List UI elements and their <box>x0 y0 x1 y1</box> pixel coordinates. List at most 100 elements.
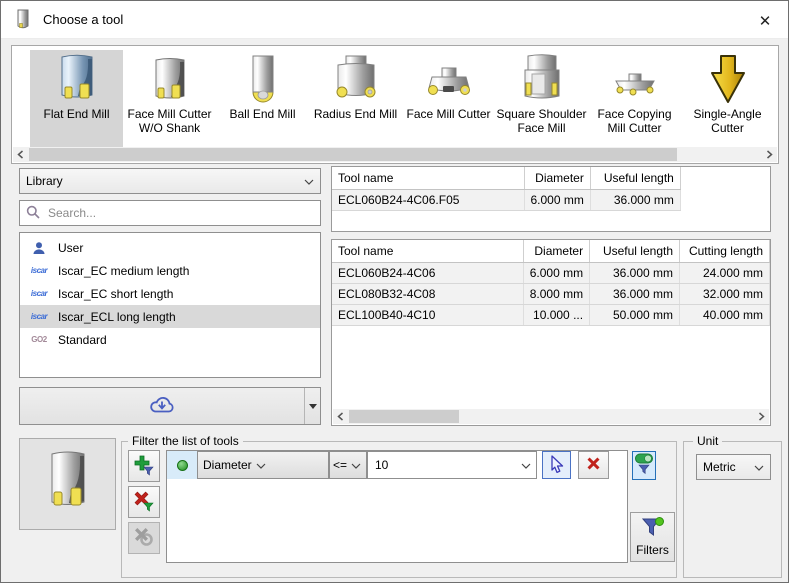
unit-combobox[interactable]: Metric <box>696 454 771 480</box>
filters-button-label: Filters <box>636 543 669 557</box>
link-filters-button[interactable] <box>128 522 160 554</box>
tool-type-label: Ball End Mill <box>229 107 295 121</box>
library-item-iscar-ecl-long[interactable]: iscar Iscar_ECL long length <box>20 305 320 328</box>
tool-type-face-mill-cutter-wo-shank[interactable]: Face Mill Cutter W/O Shank <box>123 50 216 148</box>
cell-tool-name: ECL060B24-4C06 <box>332 262 523 283</box>
tool-type-face-mill-cutter[interactable]: Face Mill Cutter <box>402 50 495 148</box>
tool-preview <box>19 438 116 530</box>
toggle-filter-icon <box>634 452 654 479</box>
library-item-iscar-ec-short[interactable]: iscar Iscar_EC short length <box>20 282 320 305</box>
tool-type-single-angle-cutter[interactable]: Single-Angle Cutter <box>681 50 774 148</box>
tool-type-square-shoulder-face-mill[interactable]: Square Shoulder Face Mill <box>495 50 588 148</box>
cell-diameter: 6.000 mm <box>524 189 590 210</box>
tool-type-label: Radius End Mill <box>314 107 397 121</box>
tool-window-icon <box>15 9 31 31</box>
red-x-icon <box>586 456 601 474</box>
chevron-down-icon <box>754 460 764 474</box>
tool-list-panel: Tool name Diameter Useful length Cutting… <box>331 239 771 426</box>
filter-list: Diameter <= <box>166 450 628 563</box>
tool-type-face-copying-mill-cutter[interactable]: Face Copying Mill Cutter <box>588 50 681 148</box>
table-row[interactable]: ECL060B24-4C06 6.000 mm 36.000 mm 24.000… <box>332 262 770 283</box>
titlebar: Choose a tool ✕ <box>1 1 788 39</box>
tool-type-label: Flat End Mill <box>43 107 109 121</box>
library-item-label: Iscar_EC short length <box>58 287 173 301</box>
tool-strip-scrollbar[interactable] <box>13 147 777 162</box>
filter-value-input[interactable] <box>373 457 517 473</box>
tool-type-radius-end-mill[interactable]: Radius End Mill <box>309 50 402 148</box>
face-mill-cutter-wo-shank-icon <box>123 52 216 106</box>
iscar-logo-icon: iscar <box>27 289 51 298</box>
library-item-user[interactable]: User <box>20 236 320 259</box>
search-input[interactable] <box>46 205 314 221</box>
column-header[interactable]: Tool name <box>332 167 524 189</box>
link-disabled-icon <box>133 526 155 551</box>
library-item-label: User <box>58 241 83 255</box>
column-header[interactable]: Diameter <box>523 240 589 262</box>
scroll-left-icon[interactable] <box>13 147 28 162</box>
delete-filter-button[interactable] <box>578 451 609 479</box>
go2-logo-icon: GO2 <box>27 335 51 344</box>
iscar-logo-icon: iscar <box>27 312 51 321</box>
library-combobox-value: Library <box>26 174 300 188</box>
library-item-iscar-ec-medium[interactable]: iscar Iscar_EC medium length <box>20 259 320 282</box>
selected-tool-panel: Tool name Diameter Useful length ECL060B… <box>331 166 771 232</box>
selected-tool-table: Tool name Diameter Useful length ECL060B… <box>332 167 681 211</box>
iscar-logo-icon: iscar <box>27 266 51 275</box>
scroll-right-icon[interactable] <box>762 147 777 162</box>
window-title: Choose a tool <box>43 12 123 27</box>
download-button-main[interactable] <box>20 388 305 424</box>
chevron-down-icon <box>351 458 361 472</box>
face-mill-cutter-icon <box>402 52 495 106</box>
cell-diameter: 6.000 mm <box>523 262 589 283</box>
filter-groupbox: Filter the list of tools <box>121 441 677 578</box>
enable-filters-toggle-button[interactable] <box>632 451 656 480</box>
remove-filter-button[interactable] <box>128 486 160 518</box>
cell-tool-name: ECL080B32-4C08 <box>332 283 523 304</box>
tool-type-list: Flat End Mill Face Mill Cutter W/O Shank <box>12 46 778 148</box>
table-row[interactable]: ECL060B24-4C06.F05 6.000 mm 36.000 mm <box>332 189 680 210</box>
flat-end-mill-icon <box>30 52 123 106</box>
cell-tool-name: ECL060B24-4C06.F05 <box>332 189 524 210</box>
filter-operator-value: <= <box>333 458 347 472</box>
scrollbar-thumb[interactable] <box>29 148 677 161</box>
tool-type-flat-end-mill[interactable]: Flat End Mill <box>30 50 123 148</box>
square-shoulder-face-mill-icon <box>495 52 588 106</box>
library-combobox[interactable]: Library <box>19 168 321 194</box>
column-header[interactable]: Cutting length <box>680 240 770 262</box>
download-button-dropdown[interactable] <box>305 388 320 424</box>
cell-cutting-length: 24.000 mm <box>680 262 770 283</box>
filter-field-combobox[interactable]: Diameter <box>197 451 329 479</box>
ball-end-mill-icon <box>216 52 309 106</box>
library-item-label: Iscar_EC medium length <box>58 264 189 278</box>
table-row[interactable]: ECL100B40-4C10 10.000 ... 50.000 mm 40.0… <box>332 304 770 325</box>
chevron-down-icon <box>256 458 266 472</box>
dropdown-arrow-icon <box>309 404 317 409</box>
filter-field-value: Diameter <box>203 458 252 472</box>
tool-type-strip: Flat End Mill Face Mill Cutter W/O Shank <box>11 45 779 164</box>
table-header-row: Tool name Diameter Useful length Cutting… <box>332 240 770 262</box>
filter-value-combobox[interactable] <box>367 451 537 479</box>
pick-value-button[interactable] <box>542 451 571 479</box>
column-header[interactable]: Diameter <box>524 167 590 189</box>
tool-type-ball-end-mill[interactable]: Ball End Mill <box>216 50 309 148</box>
filters-button[interactable]: Filters <box>630 512 675 562</box>
column-header[interactable]: Tool name <box>332 240 523 262</box>
column-header[interactable]: Useful length <box>590 167 680 189</box>
close-button[interactable]: ✕ <box>752 9 778 33</box>
column-header[interactable]: Useful length <box>590 240 680 262</box>
add-filter-button[interactable] <box>128 450 160 482</box>
filter-group-label: Filter the list of tools <box>128 434 243 448</box>
filter-operator-combobox[interactable]: <= <box>329 451 367 479</box>
search-icon <box>26 205 40 222</box>
tool-list-scrollbar[interactable] <box>333 409 769 424</box>
scrollbar-thumb[interactable] <box>349 410 459 423</box>
scroll-left-icon[interactable] <box>333 409 348 424</box>
download-library-button[interactable] <box>19 387 321 425</box>
remove-filter-icon <box>133 490 155 515</box>
scroll-right-icon[interactable] <box>754 409 769 424</box>
table-row[interactable]: ECL080B32-4C08 8.000 mm 36.000 mm 32.000… <box>332 283 770 304</box>
tool-preview-icon <box>41 450 95 519</box>
filter-enabled-cell[interactable] <box>167 451 197 479</box>
library-item-standard[interactable]: GO2 Standard <box>20 328 320 351</box>
filters-funnel-icon <box>641 517 665 541</box>
